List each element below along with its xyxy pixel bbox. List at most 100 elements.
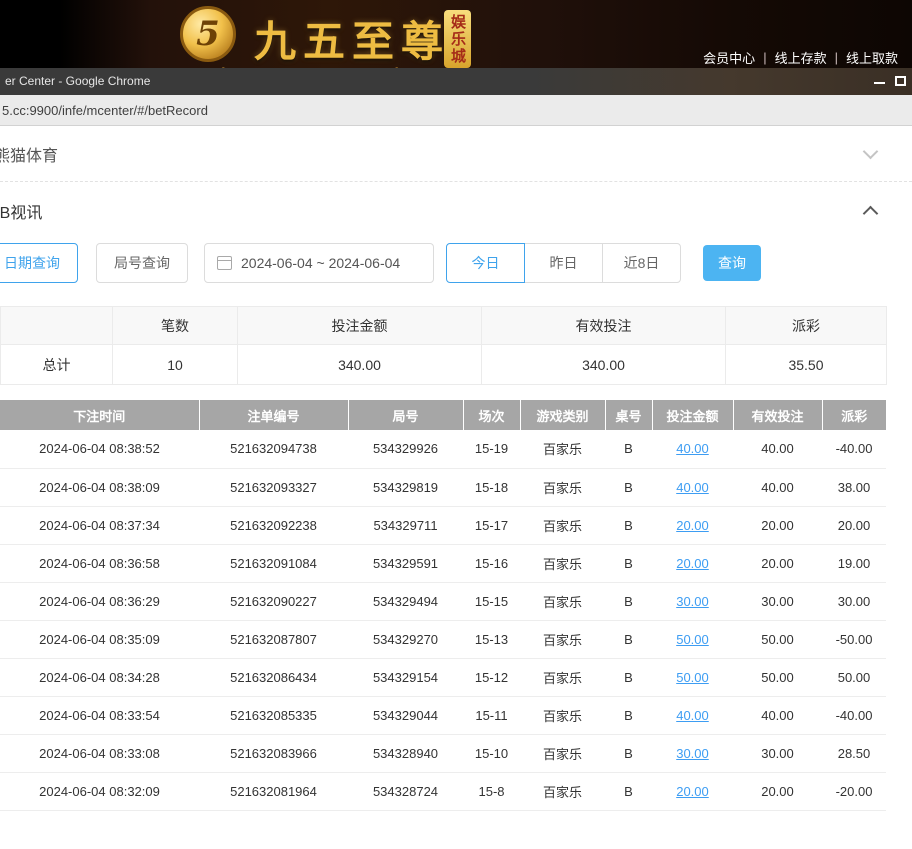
cell-payout: 19.00 bbox=[822, 544, 886, 583]
cell-session: 15-18 bbox=[463, 468, 520, 507]
cell-game-type: 百家乐 bbox=[520, 772, 605, 811]
cell-table-no: B bbox=[605, 544, 652, 583]
cell-session: 15-11 bbox=[463, 696, 520, 735]
cell-round-no: 534329711 bbox=[348, 506, 463, 545]
screen: 5 九五至尊 娱乐城 会员中心 | 线上存款 | 线上取款 er Center … bbox=[0, 0, 912, 849]
cell-order-no: 521632094738 bbox=[199, 430, 348, 469]
header-table-no: 桌号 bbox=[605, 400, 653, 430]
minimize-icon[interactable] bbox=[874, 82, 885, 84]
cell-order-no: 521632092238 bbox=[199, 506, 348, 545]
cell-order-no: 521632086434 bbox=[199, 658, 348, 697]
summary-header-payout: 派彩 bbox=[725, 306, 887, 345]
cell-valid-bet: 50.00 bbox=[733, 658, 822, 697]
table-row: 2024-06-04 08:36:29 521632090227 5343294… bbox=[0, 582, 886, 621]
cell-game-type: 百家乐 bbox=[520, 468, 605, 507]
bet-record-table: 下注时间 注单编号 局号 场次 游戏类别 桌号 投注金额 有效投注 派彩 202… bbox=[0, 400, 886, 811]
round-query-button[interactable]: 局号查询 bbox=[96, 243, 188, 283]
cell-round-no: 534329591 bbox=[348, 544, 463, 583]
table-row: 2024-06-04 08:38:09 521632093327 5343298… bbox=[0, 468, 886, 507]
section-bb-video[interactable]: BB视讯 bbox=[0, 182, 912, 240]
today-button[interactable]: 今日 bbox=[446, 243, 525, 283]
header-game-type: 游戏类别 bbox=[520, 400, 606, 430]
cell-round-no: 534329494 bbox=[348, 582, 463, 621]
date-query-button[interactable]: 日期查询 bbox=[0, 243, 78, 283]
section-panda-sports[interactable]: 熊猫体育 bbox=[0, 126, 912, 182]
site-logo-text: 九五至尊 bbox=[254, 17, 451, 66]
chevron-up-icon[interactable] bbox=[862, 205, 879, 222]
date-range-input[interactable]: 2024-06-04 ~ 2024-06-04 bbox=[204, 243, 434, 283]
cell-table-no: B bbox=[605, 658, 652, 697]
cell-payout: 30.00 bbox=[822, 582, 886, 621]
cell-valid-bet: 40.00 bbox=[733, 468, 822, 507]
cell-bet-amount: 40.00 bbox=[652, 696, 733, 735]
page-content: 熊猫体育 BB视讯 日期查询 局号查询 2024-06-04 ~ 2024-06… bbox=[0, 126, 912, 811]
table-row: 2024-06-04 08:33:08 521632083966 5343289… bbox=[0, 734, 886, 773]
table-row: 2024-06-04 08:38:52 521632094738 5343299… bbox=[0, 430, 886, 469]
table-row: 2024-06-04 08:32:09 521632081964 5343287… bbox=[0, 772, 886, 811]
cell-table-no: B bbox=[605, 772, 652, 811]
table-row: 2024-06-04 08:37:34 521632092238 5343297… bbox=[0, 506, 886, 545]
cell-table-no: B bbox=[605, 696, 652, 735]
bet-amount-link[interactable]: 50.00 bbox=[676, 670, 709, 685]
cell-round-no: 534329044 bbox=[348, 696, 463, 735]
cell-bet-amount: 30.00 bbox=[652, 734, 733, 773]
browser-urlbar[interactable]: 5.cc:9900/infe/mcenter/#/betRecord bbox=[0, 95, 912, 126]
yesterday-button[interactable]: 昨日 bbox=[524, 243, 603, 283]
cell-game-type: 百家乐 bbox=[520, 430, 605, 469]
cell-bet-time: 2024-06-04 08:33:08 bbox=[0, 734, 199, 773]
summary-total-bet-amount: 340.00 bbox=[237, 344, 482, 385]
cell-session: 15-8 bbox=[463, 772, 520, 811]
cell-bet-time: 2024-06-04 08:38:52 bbox=[0, 430, 199, 469]
bet-amount-link[interactable]: 20.00 bbox=[676, 518, 709, 533]
bet-amount-link[interactable]: 20.00 bbox=[676, 784, 709, 799]
logo-number: 5 bbox=[196, 14, 220, 54]
quick-range-group: 今日 昨日 近8日 bbox=[446, 243, 681, 283]
cell-valid-bet: 20.00 bbox=[733, 506, 822, 545]
cell-payout: 20.00 bbox=[822, 506, 886, 545]
summary-total-label: 总计 bbox=[0, 344, 113, 385]
cell-valid-bet: 40.00 bbox=[733, 696, 822, 735]
cell-valid-bet: 20.00 bbox=[733, 772, 822, 811]
nav-deposit-link[interactable]: 线上存款 bbox=[775, 48, 827, 67]
chevron-down-icon[interactable] bbox=[862, 143, 879, 160]
cell-game-type: 百家乐 bbox=[520, 658, 605, 697]
bet-amount-link[interactable]: 50.00 bbox=[676, 632, 709, 647]
cell-bet-amount: 30.00 bbox=[652, 582, 733, 621]
cell-round-no: 534329926 bbox=[348, 430, 463, 469]
bet-amount-link[interactable]: 40.00 bbox=[676, 441, 709, 456]
nav-withdraw-link[interactable]: 线上取款 bbox=[846, 48, 898, 67]
nav-separator: | bbox=[763, 50, 767, 65]
cell-valid-bet: 20.00 bbox=[733, 544, 822, 583]
last-8-days-button[interactable]: 近8日 bbox=[602, 243, 681, 283]
table-row: 2024-06-04 08:34:28 521632086434 5343291… bbox=[0, 658, 886, 697]
maximize-icon[interactable] bbox=[895, 76, 906, 86]
table-row: 2024-06-04 08:36:58 521632091084 5343295… bbox=[0, 544, 886, 583]
browser-titlebar[interactable]: er Center - Google Chrome bbox=[0, 68, 912, 95]
cell-game-type: 百家乐 bbox=[520, 506, 605, 545]
summary-header-valid-bet: 有效投注 bbox=[481, 306, 726, 345]
summary-header-empty bbox=[0, 306, 113, 345]
cell-order-no: 521632087807 bbox=[199, 620, 348, 659]
bet-amount-link[interactable]: 30.00 bbox=[676, 746, 709, 761]
cell-bet-amount: 20.00 bbox=[652, 506, 733, 545]
bet-amount-link[interactable]: 20.00 bbox=[676, 556, 709, 571]
summary-total-count: 10 bbox=[112, 344, 238, 385]
summary-header-row: 笔数 投注金额 有效投注 派彩 bbox=[0, 306, 887, 345]
cell-bet-amount: 50.00 bbox=[652, 658, 733, 697]
cell-session: 15-10 bbox=[463, 734, 520, 773]
cell-bet-time: 2024-06-04 08:36:58 bbox=[0, 544, 199, 583]
cell-valid-bet: 30.00 bbox=[733, 734, 822, 773]
cell-order-no: 521632085335 bbox=[199, 696, 348, 735]
nav-separator: | bbox=[834, 50, 838, 65]
bet-amount-link[interactable]: 40.00 bbox=[676, 480, 709, 495]
bet-amount-link[interactable]: 30.00 bbox=[676, 594, 709, 609]
cell-round-no: 534329154 bbox=[348, 658, 463, 697]
cell-bet-time: 2024-06-04 08:32:09 bbox=[0, 772, 199, 811]
cell-game-type: 百家乐 bbox=[520, 582, 605, 621]
cell-table-no: B bbox=[605, 430, 652, 469]
cell-order-no: 521632091084 bbox=[199, 544, 348, 583]
bet-amount-link[interactable]: 40.00 bbox=[676, 708, 709, 723]
nav-member-center-link[interactable]: 会员中心 bbox=[703, 48, 755, 67]
cell-bet-time: 2024-06-04 08:37:34 bbox=[0, 506, 199, 545]
search-button[interactable]: 查询 bbox=[703, 245, 761, 281]
